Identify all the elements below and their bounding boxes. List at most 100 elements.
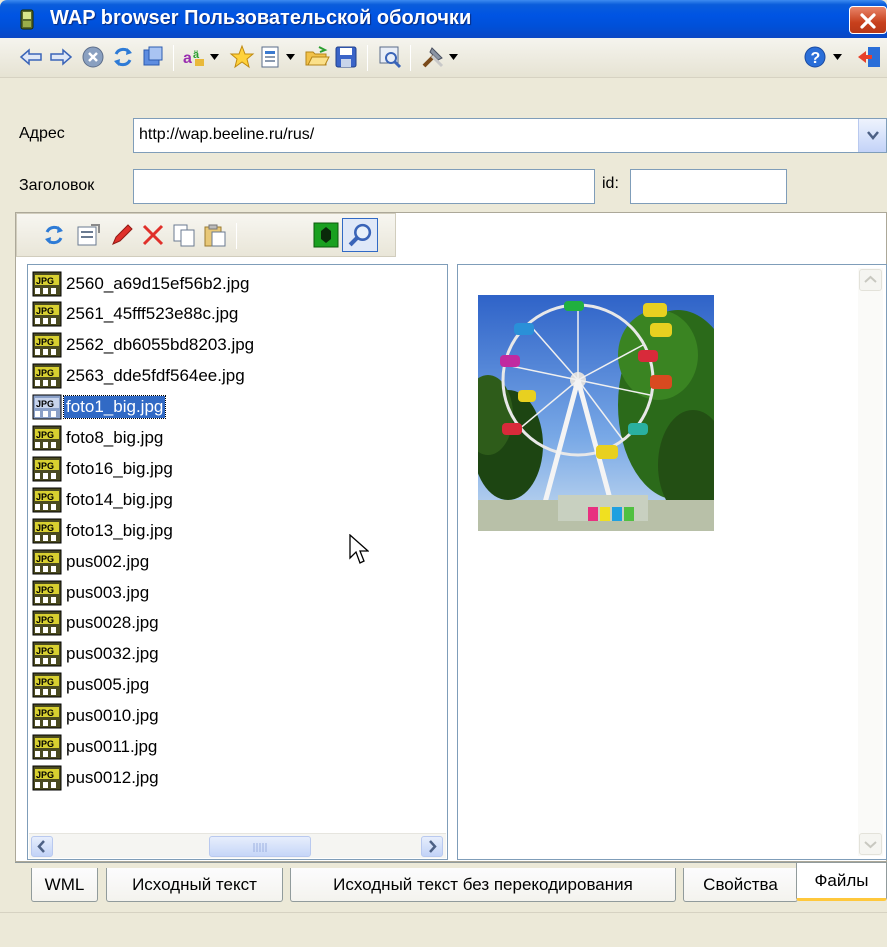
scroll-up-button[interactable]: [859, 269, 882, 291]
tab-source-raw[interactable]: Исходный текст без перекодирования: [290, 868, 676, 902]
file-list-item[interactable]: JPG 2562_db6055bd8203.jpg: [32, 332, 256, 359]
file-list-item[interactable]: JPG 2560_a69d15ef56b2.jpg: [32, 270, 251, 297]
jpg-file-icon: JPG: [32, 301, 62, 327]
search-icon: [348, 223, 372, 247]
file-list-item[interactable]: JPG foto14_big.jpg: [32, 486, 175, 513]
header-input[interactable]: [133, 169, 595, 204]
chevron-down-icon[interactable]: [286, 54, 295, 60]
chevron-right-icon: [429, 840, 437, 853]
stop-icon[interactable]: [80, 44, 106, 70]
file-name: pus003.jpg: [66, 582, 150, 602]
svg-text:JPG: JPG: [36, 585, 54, 595]
view-icon[interactable]: [377, 44, 403, 70]
jpg-file-icon: JPG: [32, 487, 62, 513]
chevron-down-icon[interactable]: [210, 54, 219, 60]
app-icon: [20, 9, 34, 30]
tab-files[interactable]: Файлы: [796, 863, 887, 901]
id-input[interactable]: [630, 169, 787, 204]
file-list-item[interactable]: JPG pus0028.jpg: [32, 610, 161, 637]
svg-text:JPG: JPG: [36, 523, 54, 533]
file-list-item[interactable]: JPG pus0010.jpg: [32, 703, 161, 730]
copy-icon[interactable]: [171, 222, 197, 248]
svg-text:JPG: JPG: [36, 306, 54, 316]
jpg-file-icon: JPG: [32, 363, 62, 389]
file-list-item[interactable]: JPG pus0012.jpg: [32, 764, 161, 791]
svg-text:JPG: JPG: [36, 430, 54, 440]
page-icon[interactable]: [257, 44, 283, 70]
file-name: pus0028.jpg: [66, 613, 159, 633]
file-list-item[interactable]: JPG pus003.jpg: [32, 579, 151, 606]
file-list-item[interactable]: JPG foto8_big.jpg: [32, 425, 165, 452]
jpg-file-icon: JPG: [32, 672, 62, 698]
file-list-item[interactable]: JPG 2561_45fff523e88c.jpg: [32, 301, 240, 328]
svg-text:JPG: JPG: [36, 368, 54, 378]
scroll-down-button[interactable]: [859, 833, 882, 855]
back-icon[interactable]: [18, 44, 44, 70]
file-name: foto14_big.jpg: [66, 489, 173, 509]
jpg-file-icon: JPG: [32, 271, 62, 296]
file-name: foto13_big.jpg: [66, 520, 173, 540]
svg-text:a: a: [183, 50, 192, 67]
tab-label: Свойства: [703, 874, 778, 894]
main-toolbar: a ä ?: [0, 38, 887, 78]
file-list[interactable]: JPG 2560_a69d15ef56b2.jpg JPG 2561_45fff523…: [27, 264, 448, 860]
help-icon[interactable]: ?: [802, 44, 828, 70]
encoding-icon[interactable]: a ä: [182, 44, 208, 70]
app-window: WAP browser Пользовательской оболочки a …: [0, 0, 887, 947]
close-button[interactable]: [849, 6, 887, 34]
file-name: 2560_a69d15ef56b2.jpg: [66, 273, 250, 293]
vertical-scrollbar[interactable]: [858, 268, 883, 856]
title-bar[interactable]: WAP browser Пользовательской оболочки: [0, 0, 887, 38]
file-list-item[interactable]: JPG foto16_big.jpg: [32, 455, 175, 482]
open-icon[interactable]: [304, 44, 330, 70]
chevron-left-icon: [37, 840, 45, 853]
file-list-item[interactable]: JPG foto1_big.jpg: [32, 394, 167, 421]
chevron-down-icon[interactable]: [833, 54, 842, 60]
svg-text:JPG: JPG: [36, 554, 54, 564]
scroll-thumb[interactable]: [209, 836, 311, 857]
address-combobox[interactable]: http://wap.beeline.ru/rus/: [133, 118, 887, 153]
search-button[interactable]: [342, 218, 378, 252]
delete-icon[interactable]: [140, 222, 166, 248]
forward-icon[interactable]: [48, 44, 74, 70]
exit-icon[interactable]: [856, 44, 882, 70]
svg-text:JPG: JPG: [36, 615, 54, 625]
tab-properties[interactable]: Свойства: [683, 868, 798, 902]
virus-check-icon[interactable]: [313, 222, 339, 248]
file-list-item[interactable]: JPG pus002.jpg: [32, 548, 151, 575]
grip-icon: [253, 843, 267, 852]
horizontal-scrollbar[interactable]: [29, 833, 446, 858]
scroll-left-button[interactable]: [31, 836, 53, 857]
tools-icon[interactable]: [420, 44, 446, 70]
file-list-item[interactable]: JPG pus0032.jpg: [32, 641, 161, 668]
tab-wml[interactable]: WML: [31, 868, 98, 902]
file-list-item[interactable]: JPG 2563_dde5fdf564ee.jpg: [32, 363, 247, 390]
file-list-item[interactable]: JPG pus005.jpg: [32, 672, 151, 699]
jpg-file-icon: JPG: [32, 332, 62, 358]
window-title: WAP browser Пользовательской оболочки: [50, 7, 472, 29]
refresh-icon[interactable]: [41, 222, 67, 248]
jpg-file-icon: JPG: [32, 610, 62, 636]
jpg-file-icon: JPG: [32, 456, 62, 482]
tab-source[interactable]: Исходный текст: [106, 868, 283, 902]
edit-icon[interactable]: [109, 222, 135, 248]
tab-strip: WML Исходный текст Исходный текст без пе…: [15, 862, 887, 904]
properties-icon[interactable]: [75, 222, 101, 248]
file-name: pus0010.jpg: [66, 706, 159, 726]
file-list-item[interactable]: JPG pus0011.jpg: [32, 734, 159, 761]
paste-icon[interactable]: [202, 222, 228, 248]
scroll-right-button[interactable]: [421, 836, 443, 857]
toolbar-separator: [410, 45, 411, 71]
favorites-icon[interactable]: [229, 44, 255, 70]
file-list-item[interactable]: JPG foto13_big.jpg: [32, 517, 175, 544]
svg-text:JPG: JPG: [36, 708, 54, 718]
address-value[interactable]: http://wap.beeline.ru/rus/: [139, 126, 314, 144]
save-icon[interactable]: [333, 44, 359, 70]
address-dropdown-button[interactable]: [858, 119, 886, 152]
header-label: Заголовок: [19, 177, 95, 194]
files-toolbar: [16, 213, 396, 257]
home-icon[interactable]: [140, 44, 166, 70]
refresh-icon[interactable]: [110, 44, 136, 70]
svg-text:JPG: JPG: [36, 461, 54, 471]
chevron-down-icon[interactable]: [449, 54, 458, 60]
